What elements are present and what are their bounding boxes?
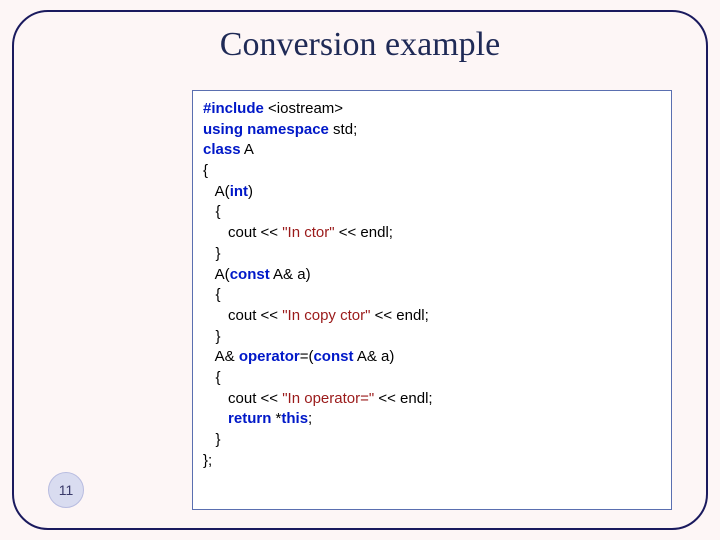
- code-block: #include <iostream> using namespace std;…: [192, 90, 672, 510]
- txt-ctor-a: A(: [203, 183, 230, 200]
- slide-frame: Conversion example #include <iostream> u…: [12, 10, 708, 530]
- kw-include: #include: [203, 100, 264, 117]
- txt-A: A: [241, 141, 254, 158]
- txt-op-b: =(: [300, 348, 314, 365]
- txt-brace7: }: [203, 431, 221, 448]
- txt-brace-open: {: [203, 162, 208, 179]
- txt-ctor-b: ): [248, 183, 253, 200]
- txt-cout3a: cout <<: [203, 390, 282, 407]
- slide-number-badge: 11: [48, 472, 84, 508]
- kw-return: return: [228, 410, 271, 427]
- txt-brace4: {: [203, 286, 221, 303]
- txt-std: std;: [329, 121, 357, 138]
- str-copyctor: "In copy ctor": [282, 307, 370, 324]
- txt-brace2: {: [203, 203, 221, 220]
- txt-brace3: }: [203, 245, 221, 262]
- txt-cout2a: cout <<: [203, 307, 282, 324]
- txt-op-a: A&: [203, 348, 239, 365]
- kw-this: this: [281, 410, 308, 427]
- txt-copy-b: A& a): [270, 266, 311, 283]
- kw-class: class: [203, 141, 241, 158]
- txt-op-c: A& a): [353, 348, 394, 365]
- txt-iostream: <iostream>: [264, 100, 343, 117]
- txt-copy-a: A(: [203, 266, 230, 283]
- ty-int: int: [230, 183, 248, 200]
- txt-brace5: }: [203, 328, 221, 345]
- txt-brace6: {: [203, 369, 221, 386]
- kw-operator: operator: [239, 348, 300, 365]
- txt-brace-close: };: [203, 452, 212, 469]
- str-inctor: "In ctor": [282, 224, 334, 241]
- kw-const2: const: [313, 348, 353, 365]
- kw-namespace: namespace: [247, 121, 329, 138]
- txt-ret-b: *: [271, 410, 281, 427]
- code-content: #include <iostream> using namespace std;…: [203, 99, 661, 471]
- txt-ret-sp: [203, 410, 228, 427]
- kw-using: using: [203, 121, 243, 138]
- txt-cout3b: << endl;: [374, 390, 432, 407]
- txt-cout2b: << endl;: [370, 307, 428, 324]
- str-opassign: "In operator=": [282, 390, 374, 407]
- txt-cout1a: cout <<: [203, 224, 282, 241]
- txt-cout1b: << endl;: [335, 224, 393, 241]
- slide-number: 11: [59, 482, 74, 498]
- txt-ret-c: ;: [308, 410, 312, 427]
- slide-title: Conversion example: [14, 26, 706, 64]
- kw-const1: const: [230, 266, 270, 283]
